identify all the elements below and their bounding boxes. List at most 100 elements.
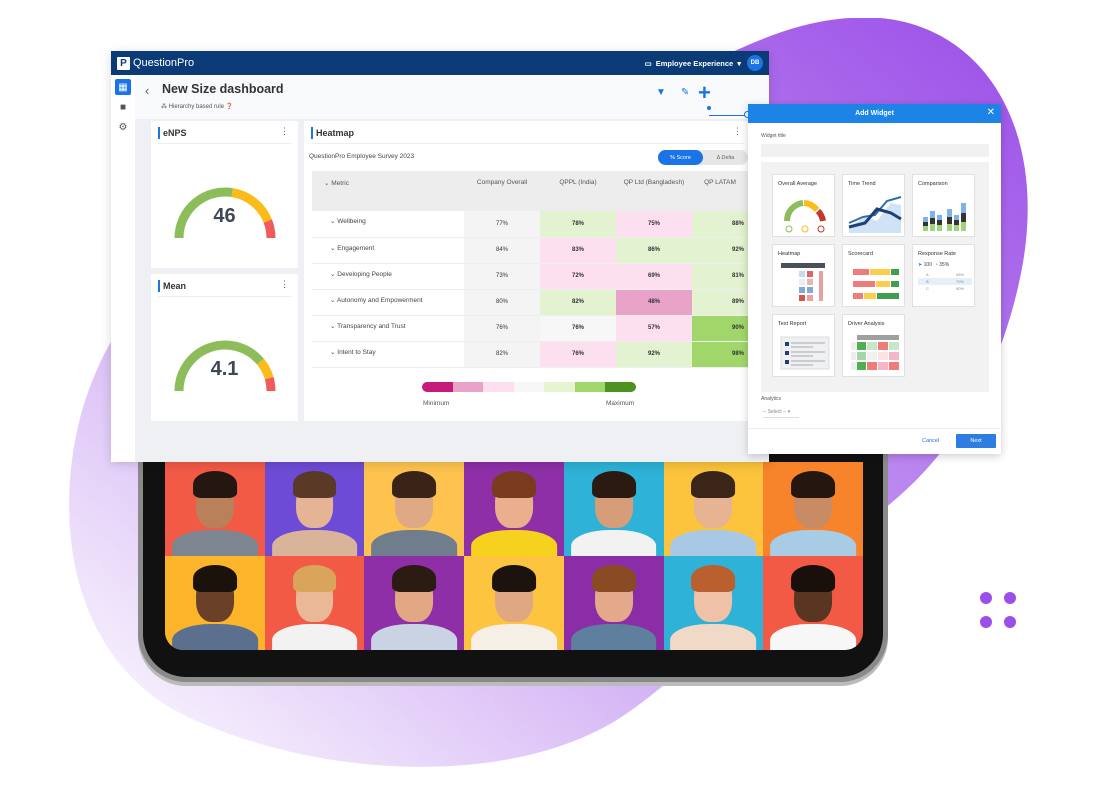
widget-type-grid: Overall Average Time Trend Comparison He… (761, 162, 989, 392)
employee-photo (165, 556, 265, 650)
help-icon[interactable]: ❓ (226, 104, 233, 110)
metric-label: Intent to Stay (337, 348, 376, 356)
heatmap-cell: 76% (540, 341, 616, 368)
next-button[interactable]: Next (956, 434, 996, 448)
legend-maximum: Maximum (606, 400, 635, 407)
employee-photo (763, 462, 863, 556)
employee-photo (663, 462, 764, 556)
legend-minimum: Minimum (423, 400, 450, 407)
heatmap-cell: 84% (464, 237, 540, 264)
legend-swatch (422, 382, 453, 392)
heatmap-cell: 81% (692, 263, 748, 290)
metric-cell[interactable]: ⌄ Intent to Stay (312, 341, 464, 368)
cancel-button[interactable]: Cancel (922, 438, 939, 444)
heatmap-cell: 75% (616, 211, 692, 238)
widget-type-label: Scorecard (848, 251, 874, 257)
page-header: ‹ New Size dashboard ⁂ Hierarchy based r… (135, 75, 769, 119)
widget-type-overall-average[interactable]: Overall Average (772, 174, 835, 237)
kebab-menu-icon[interactable]: ⋮ (280, 126, 289, 137)
widget-title-input[interactable] (761, 144, 989, 157)
divider (158, 143, 291, 144)
column-header[interactable]: QPPL (India) (540, 171, 616, 211)
heatmap-title: Heatmap (311, 127, 354, 139)
heatmap-widget: Heatmap ⋮ QuestionPro Employee Survey 20… (304, 121, 751, 421)
briefcase-icon: ▭ (644, 58, 652, 68)
widget-type-heatmap[interactable]: Heatmap (772, 244, 835, 307)
metric-cell[interactable]: ⌄ Transparency and Trust (312, 315, 464, 342)
widget-type-label: Driver Analysis (848, 321, 885, 327)
widget-type-response-rate[interactable]: Response Rate ➤ 100 ◔ 35% A 45% B 70% C 90% (912, 244, 975, 307)
widget-type-time-trend[interactable]: Time Trend (842, 174, 905, 237)
driver-analysis-thumbnail-icon (851, 335, 899, 370)
column-header[interactable]: QP LATAM (692, 171, 748, 211)
legend-swatch (574, 382, 606, 392)
page-title: New Size dashboard (162, 82, 284, 96)
caret-down-icon: ▾ (787, 409, 791, 415)
widget-type-comparison[interactable]: Comparison (912, 174, 975, 237)
product-switcher[interactable]: ▭ Employee Experience ▾ (645, 59, 741, 68)
score-toggle[interactable]: % Score (658, 150, 703, 165)
add-widget-plus-icon[interactable]: + (698, 82, 711, 104)
heatmap-color-scale (422, 382, 636, 392)
metric-cell[interactable]: ⌄ Developing People (312, 263, 464, 290)
employee-photo (563, 556, 664, 650)
heatmap-row: ⌄ Transparency and Trust 76% 76% 57% 90% (312, 315, 748, 342)
questionpro-logo[interactable]: P QuestionPro (117, 56, 194, 70)
heatmap-thumbnail-icon (781, 263, 825, 301)
heatmap-cell: 86% (616, 237, 692, 264)
back-chevron-icon[interactable]: ‹ (145, 83, 149, 98)
kebab-menu-icon[interactable]: ⋮ (733, 126, 742, 137)
heatmap-cell: 88% (692, 211, 748, 238)
heatmap-cell: 76% (540, 315, 616, 342)
widget-type-text-report[interactable]: Text Report (772, 314, 835, 377)
analytics-label: Analytics (761, 396, 782, 402)
employee-photo (464, 556, 564, 650)
marketing-stage: P QuestionPro ▭ Employee Experience ▾ DB… (0, 0, 1110, 800)
delta-toggle[interactable]: Δ Delta (703, 150, 748, 165)
dashboard-icon[interactable]: ▦ (115, 79, 131, 95)
divider (158, 296, 291, 297)
widget-type-label: Text Report (778, 321, 807, 327)
heatmap-cell: 78% (540, 211, 616, 238)
folder-icon[interactable]: ■ (115, 99, 131, 115)
heatmap-cell: 69% (616, 263, 692, 290)
metric-cell[interactable]: ⌄ Autonomy and Empowerment (312, 289, 464, 316)
metric-cell[interactable]: ⌄ Wellbeing (312, 211, 464, 238)
metric-label: Transparency and Trust (337, 322, 406, 330)
response-rate-row: A 45% (918, 271, 972, 278)
time-trend-thumbnail-icon (848, 196, 902, 233)
chevron-down-icon: ⌄ (330, 296, 337, 304)
send-icon: ➤ (918, 262, 923, 268)
widget-type-scorecard[interactable]: Scorecard (842, 244, 905, 307)
enps-widget: eNPS ⋮ 46 (151, 121, 298, 268)
add-widget-dialog: Add Widget ✕ Widget title Overall Averag… (748, 104, 1001, 454)
heatmap-cell: 72% (540, 263, 616, 290)
spinner-icon: ◔ (934, 262, 938, 268)
close-icon[interactable]: ✕ (987, 107, 995, 118)
column-header[interactable]: QP Ltd (Bangladesh) (616, 171, 692, 211)
metric-label: Developing People (337, 270, 392, 278)
row-label: A (926, 272, 929, 277)
response-rate: 35% (939, 262, 950, 268)
user-avatar[interactable]: DB (747, 55, 763, 71)
gear-icon[interactable]: ⚙ (115, 119, 131, 135)
column-header[interactable]: Company Overall (464, 171, 540, 211)
filter-icon[interactable]: ▼ (656, 87, 666, 98)
widget-type-driver-analysis[interactable]: Driver Analysis (842, 314, 905, 377)
employee-photo-grid (165, 462, 863, 650)
analytics-select[interactable]: -- Select -- ▾ (763, 409, 799, 418)
employee-photo (563, 462, 664, 556)
employee-photo (663, 556, 764, 650)
response-count: 100 (923, 262, 932, 268)
kebab-menu-icon[interactable]: ⋮ (280, 279, 289, 290)
employee-photo (264, 462, 365, 556)
edit-pencil-icon[interactable]: ✎ (681, 87, 689, 98)
column-header-metric[interactable]: ⌄ Metric (312, 171, 464, 211)
metric-cell[interactable]: ⌄ Engagement (312, 237, 464, 264)
heatmap-cell: 73% (464, 263, 540, 290)
legend-swatch (513, 382, 545, 392)
hierarchy-rule-label: ⁂ Hierarchy based rule ❓ (161, 103, 233, 110)
enps-value: 46 (213, 205, 236, 227)
metric-label: Wellbeing (337, 218, 366, 225)
mean-widget: Mean ⋮ 4.1 (151, 274, 298, 421)
